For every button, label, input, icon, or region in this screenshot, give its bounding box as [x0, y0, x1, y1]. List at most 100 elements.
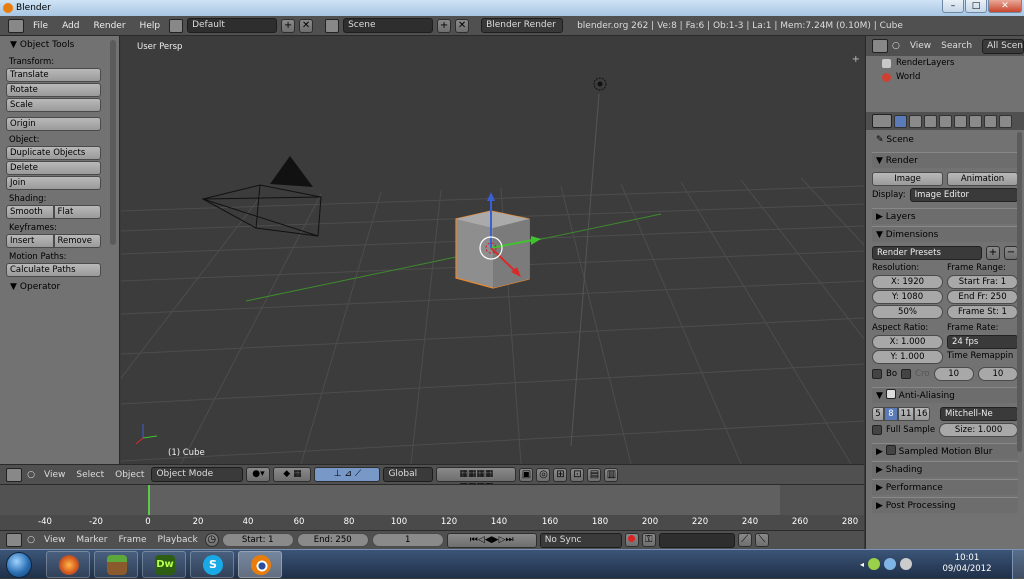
remove-keyframe-button[interactable]: Remove	[53, 234, 101, 248]
render-panel-header[interactable]: ▼ Render	[872, 152, 1018, 168]
outliner-item-world[interactable]: World	[866, 70, 1024, 84]
translate-button[interactable]: Translate	[6, 68, 101, 82]
resolution-y-field[interactable]: Y: 1080	[872, 290, 943, 304]
render-image-button[interactable]: Image	[872, 172, 943, 186]
rotate-button[interactable]: Rotate	[6, 83, 101, 97]
aa-samples-11[interactable]: 11	[898, 407, 914, 421]
remove-screen-button[interactable]: ✕	[299, 18, 314, 33]
sync-dropdown[interactable]: No Sync	[539, 532, 622, 548]
snap-element-button[interactable]: ⊡	[570, 467, 585, 482]
display-mode-dropdown[interactable]: All Scenes	[982, 38, 1024, 54]
delete-button[interactable]: Delete	[6, 161, 101, 175]
mode-dropdown[interactable]: Object Mode	[151, 467, 244, 482]
join-button[interactable]: Join	[6, 176, 101, 190]
editor-type-icon[interactable]	[6, 467, 22, 482]
render-tab-icon[interactable]	[894, 114, 907, 128]
screen-layout-field[interactable]: Default	[187, 18, 278, 33]
flat-button[interactable]: Flat	[53, 205, 101, 219]
end-frame-field[interactable]: End: 250	[296, 533, 369, 547]
smooth-button[interactable]: Smooth	[6, 205, 54, 219]
outliner-menu-search[interactable]: Search	[941, 41, 972, 51]
current-frame-indicator[interactable]	[148, 485, 150, 515]
keying-set-field[interactable]	[658, 532, 735, 548]
aa-filter-dropdown[interactable]: Mitchell-Ne	[940, 407, 1018, 421]
lamp-object[interactable]	[593, 77, 607, 91]
taskbar-firefox[interactable]	[46, 551, 90, 578]
outliner-item-renderlayers[interactable]: RenderLayers	[866, 56, 1024, 70]
manipulator-toggles[interactable]: ⊥ ⊿ ⟋	[314, 467, 381, 482]
scene-tab-icon[interactable]	[909, 114, 922, 128]
header-toggle-icon[interactable]: ○	[892, 41, 900, 51]
start-button[interactable]	[6, 552, 32, 578]
aa-size-field[interactable]: Size: 1.000	[939, 423, 1018, 437]
clock[interactable]: 10:01 09/04/2012	[928, 553, 1006, 575]
show-desktop-button[interactable]	[1012, 550, 1024, 579]
lock-layers-button[interactable]: ▣	[519, 467, 534, 482]
render-animation-button[interactable]: Animation	[947, 172, 1018, 186]
render-anim-button[interactable]: ▥	[604, 467, 619, 482]
3d-viewport[interactable]: User Persp (1) Cube +	[121, 36, 864, 464]
minimize-button[interactable]: –	[942, 0, 964, 13]
modifiers-tab-icon[interactable]	[969, 114, 982, 128]
display-dropdown[interactable]: Image Editor	[909, 188, 1018, 202]
layer-buttons[interactable]: ▦▦▦▦ ▦▦▦▦	[436, 467, 517, 492]
taskbar-dreamweaver[interactable]: Dw	[142, 551, 186, 578]
render-engine-dropdown[interactable]: Blender Render	[481, 18, 564, 33]
info-editor-type-icon[interactable]	[8, 18, 24, 33]
timeline-menu-playback[interactable]: Playback	[154, 535, 202, 545]
aa-samples-5[interactable]: 5	[872, 407, 884, 421]
resolution-x-field[interactable]: X: 1920	[872, 275, 943, 289]
preview-range-icon[interactable]: ◷	[204, 533, 219, 547]
material-tab-icon[interactable]	[999, 114, 1012, 128]
dimensions-panel-header[interactable]: ▼ Dimensions	[872, 226, 1018, 242]
insert-keyframe-button[interactable]: Insert	[6, 234, 54, 248]
border-checkbox[interactable]	[872, 369, 882, 379]
taskbar-skype[interactable]: S	[190, 551, 234, 578]
aspect-x-field[interactable]: X: 1.000	[872, 335, 943, 349]
aspect-y-field[interactable]: Y: 1.000	[872, 350, 943, 364]
remove-scene-button[interactable]: ✕	[455, 18, 470, 33]
outliner-editor-type-icon[interactable]	[872, 39, 888, 53]
timeline-editor[interactable]: -40 -20 0 20 40 60 80 100 120 140 160 18…	[0, 484, 864, 531]
object-tab-icon[interactable]	[939, 114, 952, 128]
duplicate-objects-button[interactable]: Duplicate Objects	[6, 146, 101, 160]
pin-icon[interactable]: ✎	[876, 135, 884, 145]
full-sample-checkbox[interactable]	[872, 425, 882, 435]
timeline-menu-marker[interactable]: Marker	[72, 535, 111, 545]
menu-object[interactable]: Object	[111, 470, 148, 480]
add-preset-button[interactable]: +	[986, 246, 1000, 260]
start-frame-field[interactable]: Start Fra: 1	[947, 275, 1018, 289]
origin-button[interactable]: Origin	[6, 117, 101, 131]
remove-preset-button[interactable]: −	[1004, 246, 1018, 260]
render-opengl-button[interactable]: ▤	[587, 467, 602, 482]
scale-button[interactable]: Scale	[6, 98, 101, 112]
frame-ruler[interactable]: -40 -20 0 20 40 60 80 100 120 140 160 18…	[0, 515, 864, 531]
frame-step-field[interactable]: Frame St: 1	[947, 305, 1018, 319]
viewport-shading-dropdown[interactable]: ●▾	[246, 467, 271, 482]
time-remap-old-field[interactable]: 10	[933, 367, 974, 381]
menu-view[interactable]: View	[40, 470, 69, 480]
constraints-tab-icon[interactable]	[954, 114, 967, 128]
properties-editor-type-icon[interactable]	[872, 114, 892, 128]
current-frame-field[interactable]: 1	[371, 533, 444, 547]
object-tools-panel-header[interactable]: ▼ Object Tools	[0, 36, 119, 54]
network-icon[interactable]	[884, 558, 897, 570]
playback-controls[interactable]: ⏮◁◀▶▷⏭	[446, 532, 537, 548]
add-screen-button[interactable]: +	[281, 18, 296, 33]
volume-icon[interactable]	[900, 558, 913, 570]
motion-blur-checkbox[interactable]	[885, 445, 896, 455]
performance-panel-header[interactable]: ▶ Performance	[872, 479, 1018, 495]
taskbar-blender[interactable]	[238, 551, 282, 578]
aa-samples-8[interactable]: 8	[884, 407, 898, 421]
pivot-dropdown[interactable]: ◆ ▦	[273, 467, 312, 482]
scene-field[interactable]: Scene	[343, 18, 434, 33]
delete-keyframe-icon[interactable]: ⟍	[754, 533, 769, 547]
outliner-menu-view[interactable]: View	[910, 41, 931, 51]
operator-panel-header[interactable]: ▼ Operator	[0, 278, 119, 296]
end-frame-field[interactable]: End Fr: 250	[947, 290, 1018, 304]
properties-region-toggle[interactable]: +	[852, 54, 860, 65]
menu-add[interactable]: Add	[57, 21, 84, 31]
close-button[interactable]: ✕	[988, 0, 1022, 13]
header-toggle-icon[interactable]: ○	[25, 470, 37, 480]
calculate-paths-button[interactable]: Calculate Paths	[6, 263, 101, 277]
